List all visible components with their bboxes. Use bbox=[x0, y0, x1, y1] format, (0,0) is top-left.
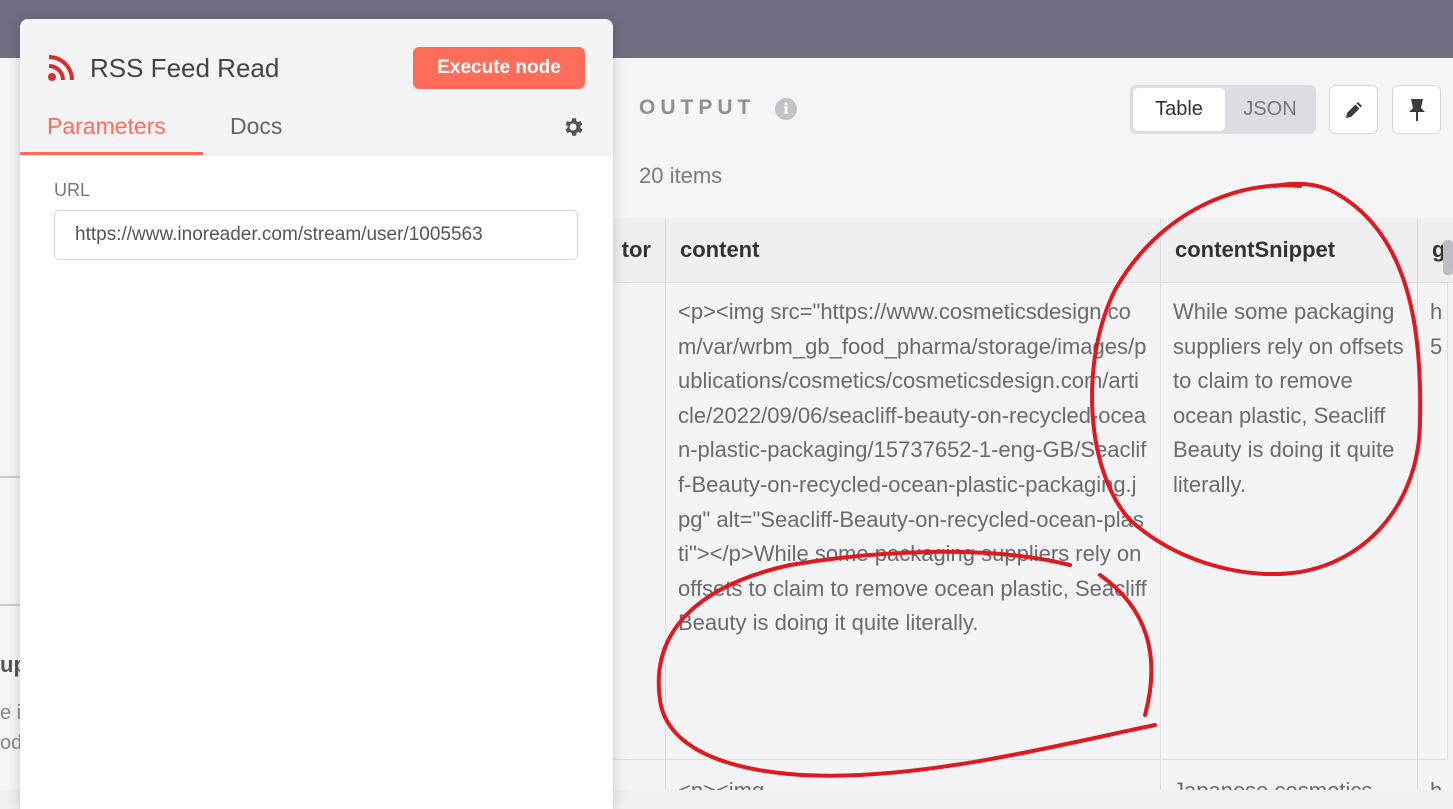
horizontal-scrollbar[interactable] bbox=[1443, 240, 1453, 275]
table-cell-content[interactable]: <p><img bbox=[666, 760, 1161, 790]
active-tab-indicator bbox=[20, 152, 203, 155]
view-toggle: Table JSON bbox=[1130, 85, 1316, 134]
tab-docs[interactable]: Docs bbox=[230, 113, 282, 140]
column-header-content[interactable]: content bbox=[666, 218, 1161, 283]
view-table-option[interactable]: Table bbox=[1133, 88, 1225, 131]
edit-output-button[interactable] bbox=[1329, 85, 1378, 134]
column-header-contentSnippet[interactable]: contentSnippet bbox=[1161, 218, 1418, 283]
gear-icon[interactable] bbox=[561, 115, 585, 139]
pencil-icon bbox=[1345, 101, 1362, 118]
canvas-text-fragment: od bbox=[0, 732, 23, 754]
table-cell[interactable]: h bbox=[1418, 760, 1453, 790]
table-cell[interactable]: h 5 bbox=[1418, 283, 1448, 760]
node-title: RSS Feed Read bbox=[90, 53, 280, 83]
canvas-divider bbox=[0, 604, 20, 606]
output-title: OUTPUT bbox=[639, 96, 756, 119]
info-icon[interactable]: i bbox=[775, 98, 797, 120]
output-table: tor content contentSnippet g <p><img src… bbox=[560, 218, 1453, 790]
pin-data-button[interactable] bbox=[1392, 85, 1441, 134]
table-cell-content[interactable]: <p><img src="https://www.cosmeticsdesign… bbox=[666, 283, 1161, 760]
table-cell-contentSnippet[interactable]: Japanese cosmetics bbox=[1161, 760, 1418, 790]
canvas-text-fragment: e i bbox=[0, 702, 22, 724]
canvas-divider bbox=[0, 476, 20, 478]
tab-parameters[interactable]: Parameters bbox=[47, 113, 166, 140]
rss-icon bbox=[48, 55, 74, 81]
url-label: URL bbox=[54, 180, 91, 200]
view-json-option[interactable]: JSON bbox=[1227, 88, 1313, 131]
node-settings-panel: RSS Feed Read Execute node Parameters Do… bbox=[20, 19, 613, 809]
table-cell-contentSnippet[interactable]: While some packaging suppliers rely on o… bbox=[1161, 283, 1418, 760]
url-input[interactable] bbox=[54, 210, 578, 260]
pin-icon bbox=[1408, 98, 1425, 121]
execute-node-button[interactable]: Execute node bbox=[413, 47, 585, 89]
items-count: 20 items bbox=[639, 163, 723, 188]
